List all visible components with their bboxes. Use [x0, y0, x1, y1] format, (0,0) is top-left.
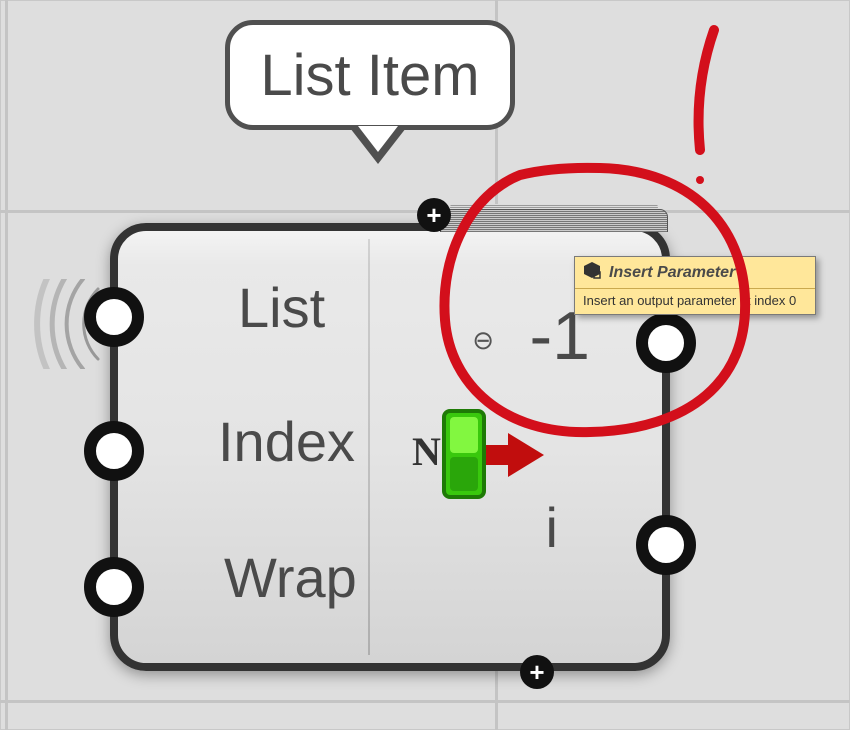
input-label-list: List [238, 275, 325, 340]
component-divider [368, 239, 370, 655]
input-port-wrap[interactable] [84, 557, 144, 617]
output-label-1: i [546, 495, 558, 560]
tooltip-description: Insert an output parameter at index 0 [575, 289, 815, 314]
insert-parameter-tooltip: Insert Parameter Insert an output parame… [574, 256, 816, 315]
output-port-1[interactable] [636, 515, 696, 575]
output-modifier-icon: ⊖ [472, 325, 494, 356]
input-label-index: Index [218, 409, 355, 474]
svg-text:N: N [412, 429, 441, 474]
insert-parameter-bottom-icon[interactable]: + [520, 655, 554, 689]
component-name-bubble: List Item [225, 20, 515, 130]
insert-parameter-plus-icon[interactable]: + [417, 198, 451, 232]
plus-glyph: + [529, 659, 544, 685]
bubble-tail-icon [350, 128, 406, 164]
plus-glyph: + [426, 202, 441, 228]
hexagon-icon [583, 261, 601, 284]
input-port-list[interactable] [84, 287, 144, 347]
input-label-wrap: Wrap [224, 545, 357, 610]
insert-parameter-strip[interactable]: + [408, 201, 668, 231]
input-port-index[interactable] [84, 421, 144, 481]
output-port-0[interactable] [636, 313, 696, 373]
component-name: List Item [260, 42, 479, 109]
tooltip-title: Insert Parameter [609, 264, 735, 282]
component-center-icon: N [404, 403, 544, 503]
